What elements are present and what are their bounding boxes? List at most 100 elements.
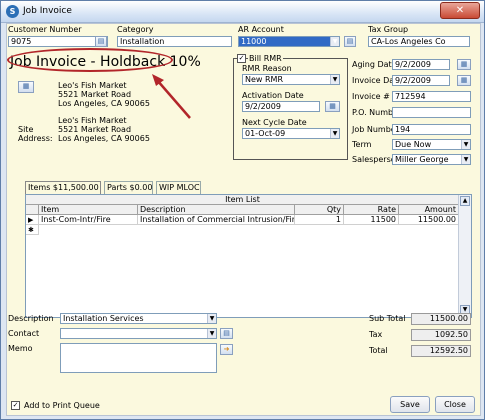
- tab-items[interactable]: Items $11,500.00: [25, 181, 101, 194]
- aging-date-label: Aging Date: [352, 60, 397, 69]
- invoice-number-label: Invoice #: [352, 92, 390, 101]
- ar-account-value: 11000: [241, 37, 267, 46]
- calendar-icon[interactable]: ▦: [325, 101, 340, 112]
- description-select[interactable]: Installation Services ▼: [60, 313, 217, 324]
- close-icon[interactable]: ✕: [440, 2, 480, 19]
- annotation-ellipse: [7, 48, 173, 72]
- description-value: Installation Services: [63, 314, 144, 323]
- app-icon: S: [6, 5, 19, 18]
- site-line3: Los Angeles, CA 90065: [58, 134, 150, 143]
- bill-rmr-label: Bill RMR: [248, 54, 283, 63]
- memo-label: Memo: [8, 344, 33, 353]
- table-cell-rate[interactable]: 11500: [344, 215, 399, 225]
- tax-label: Tax: [369, 330, 383, 339]
- tab-wip-mloc[interactable]: WIP MLOC: [156, 181, 201, 194]
- customer-number-label: Customer Number: [8, 25, 82, 34]
- title-bar: S Job Invoice ✕: [1, 1, 484, 23]
- chevron-down-icon[interactable]: ▼: [207, 314, 216, 323]
- map-icon[interactable]: ▦: [18, 81, 34, 93]
- activation-date-label: Activation Date: [242, 91, 304, 100]
- contact-select[interactable]: ▼: [60, 328, 217, 339]
- table-cell-qty[interactable]: 1: [295, 215, 344, 225]
- grid-scrollbar[interactable]: ▲ ▼: [458, 195, 471, 317]
- rmr-reason-select[interactable]: New RMR ▼: [242, 74, 340, 85]
- tax-value: 1092.50: [411, 329, 471, 341]
- column-description[interactable]: Description: [138, 205, 295, 215]
- column-amount[interactable]: Amount: [399, 205, 459, 215]
- next-cycle-date-label: Next Cycle Date: [242, 118, 307, 127]
- invoice-form: Customer Number 9075 ▤ Category Installa…: [6, 23, 481, 416]
- lookup-icon[interactable]: ▤: [344, 36, 356, 47]
- bill-to-line1: Leo's Fish Market: [58, 81, 127, 90]
- next-cycle-date-value: 01-Oct-09: [245, 129, 286, 138]
- chevron-down-icon[interactable]: ▼: [330, 129, 339, 138]
- calendar-icon[interactable]: ▦: [457, 75, 471, 86]
- rmr-reason-label: RMR Reason: [242, 64, 292, 73]
- row-marker[interactable]: ▶: [26, 215, 39, 225]
- column-qty[interactable]: Qty: [295, 205, 344, 215]
- item-list-title: Item List: [26, 195, 459, 205]
- print-queue-label: Add to Print Queue: [24, 401, 100, 410]
- site-address-label: Address:: [18, 134, 53, 143]
- site-line1: Leo's Fish Market: [58, 116, 127, 125]
- column-rate[interactable]: Rate: [344, 205, 399, 215]
- aging-date-field[interactable]: 9/2/2009: [392, 59, 450, 70]
- chevron-down-icon[interactable]: ▼: [461, 155, 470, 164]
- table-cell-item[interactable]: Inst-Com-Intr/Fire: [39, 215, 138, 225]
- invoice-number-field[interactable]: 712594: [392, 91, 471, 102]
- item-list-grid: Item List Item Description Qty Rate Amou…: [25, 194, 472, 318]
- site-label: Site: [18, 125, 34, 134]
- rmr-reason-value: New RMR: [245, 75, 284, 84]
- category-field[interactable]: Installation: [117, 36, 232, 47]
- bill-to-line2: 5521 Market Road: [58, 90, 132, 99]
- insert-arrow-icon[interactable]: ➜: [220, 344, 233, 355]
- job-number-field[interactable]: 194: [392, 124, 471, 135]
- memo-field[interactable]: [60, 343, 217, 373]
- total-label: Total: [369, 346, 388, 355]
- chevron-down-icon[interactable]: ▼: [461, 140, 470, 149]
- table-cell-description[interactable]: Installation of Commercial Intrusion/Fir…: [138, 215, 295, 225]
- salesperson-select[interactable]: Miller George ▼: [392, 154, 471, 165]
- print-queue-checkbox[interactable]: ✓: [11, 401, 20, 410]
- new-row-marker[interactable]: ✱: [26, 225, 39, 235]
- invoice-date-field[interactable]: 9/2/2009: [392, 75, 450, 86]
- contact-label: Contact: [8, 329, 40, 338]
- tax-group-field[interactable]: CA-Los Angeles Co: [368, 36, 470, 47]
- bill-to-line3: Los Angeles, CA 90065: [58, 99, 150, 108]
- row-header-column: [26, 205, 39, 215]
- salesperson-value: Miller George: [395, 155, 449, 164]
- tab-parts[interactable]: Parts $0.00: [104, 181, 153, 194]
- description-label: Description: [8, 314, 54, 323]
- save-button[interactable]: Save: [390, 396, 430, 413]
- window-title: Job Invoice: [23, 6, 72, 16]
- job-invoice-window: S Job Invoice ✕ Customer Number 9075 ▤ C…: [0, 0, 485, 420]
- calendar-icon[interactable]: ▦: [457, 59, 471, 70]
- bill-rmr-group: ✓ Bill RMR RMR Reason New RMR ▼ Activati…: [233, 54, 348, 160]
- bill-rmr-checkbox[interactable]: ✓: [237, 54, 246, 63]
- chevron-down-icon[interactable]: ▼: [330, 75, 339, 84]
- scroll-up-icon[interactable]: ▲: [460, 196, 470, 206]
- table-cell-amount[interactable]: 11500.00: [399, 215, 459, 225]
- term-label: Term: [352, 140, 372, 149]
- arrow-icon: [152, 74, 191, 119]
- lookup-icon[interactable]: ▤: [95, 36, 107, 47]
- po-number-field[interactable]: [392, 107, 471, 118]
- column-item[interactable]: Item: [39, 205, 138, 215]
- category-label: Category: [117, 25, 154, 34]
- header-strip: Customer Number 9075 ▤ Category Installa…: [7, 24, 480, 51]
- ar-account-select[interactable]: 11000 ▼: [238, 36, 340, 47]
- subtotal-value: 11500.00: [411, 313, 471, 325]
- customer-number-field[interactable]: 9075: [8, 36, 108, 47]
- chevron-down-icon[interactable]: ▼: [330, 37, 339, 46]
- chevron-down-icon[interactable]: ▼: [207, 329, 216, 338]
- close-button[interactable]: Close: [435, 396, 475, 413]
- activation-date-field[interactable]: 9/2/2009: [242, 101, 320, 112]
- next-cycle-date-select[interactable]: 01-Oct-09 ▼: [242, 128, 340, 139]
- site-line2: 5521 Market Road: [58, 125, 132, 134]
- total-value: 12592.50: [411, 345, 471, 357]
- term-value: Due Now: [395, 140, 432, 149]
- contact-card-icon[interactable]: ▤: [220, 328, 233, 339]
- subtotal-label: Sub Total: [369, 314, 406, 323]
- term-select[interactable]: Due Now ▼: [392, 139, 471, 150]
- ar-account-label: AR Account: [238, 25, 284, 34]
